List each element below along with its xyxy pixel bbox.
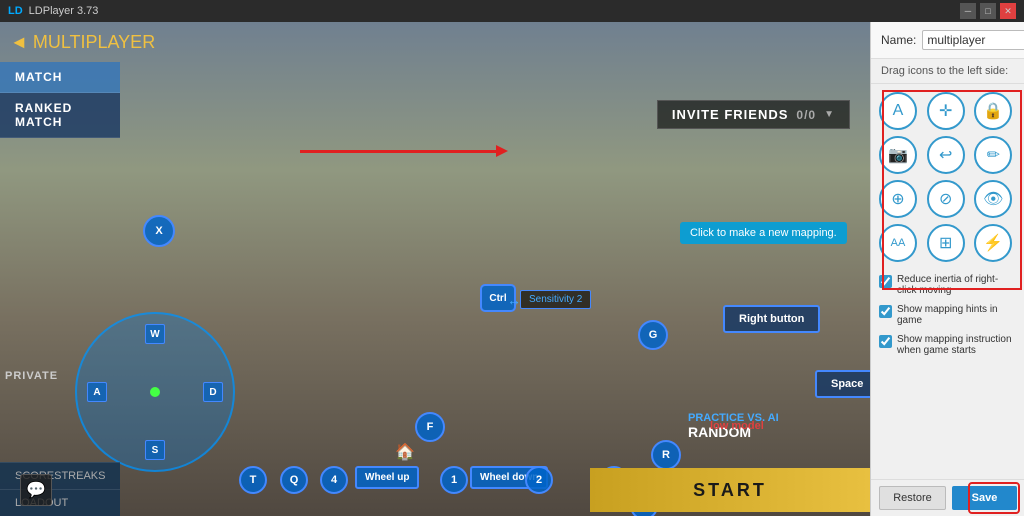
icon-tap[interactable]: A	[879, 92, 917, 130]
restore-button[interactable]: Restore	[879, 486, 946, 510]
icon-fire-joystick[interactable]: ✛	[927, 92, 965, 130]
game-area: ◄ MULTIPLAYER MATCH RANKED MATCH INVITE …	[0, 22, 870, 516]
key-badge-x[interactable]: X	[143, 215, 175, 247]
checkbox-show-hints-input[interactable]	[879, 305, 892, 318]
game-top-bar: ◄ MULTIPLAYER	[0, 22, 870, 62]
wasd-joystick[interactable]: W A S D	[75, 312, 235, 472]
start-button[interactable]: START	[590, 468, 870, 512]
restore-button[interactable]: □	[980, 3, 996, 19]
nav-item-match[interactable]: MATCH	[0, 62, 120, 93]
title-bar-controls: ─ □ ✕	[960, 3, 1016, 19]
key-badge-f[interactable]: F	[415, 412, 445, 442]
close-button[interactable]: ✕	[1000, 3, 1016, 19]
game-title: MULTIPLAYER	[33, 32, 155, 53]
panel-name-label: Name:	[881, 33, 916, 47]
nav-item-ranked[interactable]: RANKED MATCH	[0, 93, 120, 138]
red-arrow-indicator	[300, 150, 500, 153]
icon-edit[interactable]: ✏	[974, 136, 1012, 174]
key-badge-4[interactable]: 4	[320, 466, 348, 494]
space-button[interactable]: Space	[815, 370, 870, 398]
nav-menu: MATCH RANKED MATCH	[0, 62, 120, 138]
wheel-up-button[interactable]: Wheel up	[355, 466, 419, 489]
checkbox-reduce-inertia-label: Reduce inertia of right-click moving	[897, 274, 1016, 296]
back-arrow-icon: ◄	[10, 32, 28, 53]
key-w: W	[145, 324, 165, 344]
minimize-button[interactable]: ─	[960, 3, 976, 19]
sensitivity-button[interactable]: Sensitivity 2	[520, 290, 591, 309]
bottom-menu-loadout[interactable]: LOADOUT	[0, 489, 120, 516]
panel-name-input[interactable]	[922, 30, 1024, 50]
app-title: LDPlayer 3.73	[29, 5, 99, 17]
icon-crosshair[interactable]: ⊕	[879, 180, 917, 218]
key-d: D	[203, 382, 223, 402]
icon-camera[interactable]: 📷	[879, 136, 917, 174]
app-logo: LD	[8, 5, 23, 17]
new-mapping-hint[interactable]: Click to make a new mapping.	[680, 222, 847, 244]
icon-no[interactable]: ⊘	[927, 180, 965, 218]
key-badge-q[interactable]: Q	[280, 466, 308, 494]
invite-dropdown-icon: ▼	[824, 109, 835, 120]
checkbox-reduce-inertia: Reduce inertia of right-click moving	[871, 270, 1024, 300]
private-label: PRIVATE	[5, 370, 58, 382]
right-panel: Name: ▼ Drag icons to the left side: A ✛…	[870, 22, 1024, 516]
icon-quick[interactable]: ⚡	[974, 224, 1012, 262]
chat-icon[interactable]: 💬	[20, 474, 52, 506]
checkbox-show-instruction-label: Show mapping instruction when game start…	[897, 334, 1016, 356]
key-badge-1[interactable]: 1	[440, 466, 468, 494]
invite-friends-button[interactable]: INVITE FRIENDS 0/0 ▼	[657, 100, 850, 129]
sensitivity-arrows: ↔	[507, 292, 521, 308]
icon-grid-cell[interactable]: ⊞	[927, 224, 965, 262]
checkbox-show-hints: Show mapping hints in game	[871, 300, 1024, 330]
icon-grid: A ✛ 🔒 📷 ↩ ✏ ⊕ ⊘ 👁 AA ⊞ ⚡	[871, 84, 1024, 270]
invite-count: 0/0	[796, 108, 816, 122]
back-button[interactable]: ◄ MULTIPLAYER	[10, 32, 155, 53]
home-icon[interactable]: 🏠	[395, 442, 415, 462]
key-badge-t[interactable]: T	[239, 466, 267, 494]
joystick-dot	[150, 387, 160, 397]
title-bar-left: LD LDPlayer 3.73	[8, 5, 98, 17]
checkbox-reduce-inertia-input[interactable]	[879, 275, 892, 288]
panel-drag-label: Drag icons to the left side:	[871, 59, 1024, 84]
bottom-menu: SCORESTREAKS LOADOUT	[0, 462, 120, 516]
panel-bottom-buttons: Restore Save	[871, 479, 1024, 516]
bottom-menu-scorestreaks[interactable]: SCORESTREAKS	[0, 462, 120, 489]
icon-text[interactable]: AA	[879, 224, 917, 262]
key-a: A	[87, 382, 107, 402]
right-button[interactable]: Right button	[723, 305, 820, 333]
checkbox-show-instruction-input[interactable]	[879, 335, 892, 348]
icon-lock[interactable]: 🔒	[974, 92, 1012, 130]
icon-view[interactable]: 👁	[974, 180, 1012, 218]
checkbox-show-hints-label: Show mapping hints in game	[897, 304, 1016, 326]
checkbox-show-instruction: Show mapping instruction when game start…	[871, 330, 1024, 360]
title-bar: LD LDPlayer 3.73 ─ □ ✕	[0, 0, 1024, 22]
panel-name-row: Name: ▼	[871, 22, 1024, 59]
lod-label: low model	[710, 420, 764, 432]
key-s: S	[145, 440, 165, 460]
key-badge-g[interactable]: G	[638, 320, 668, 350]
invite-friends-label: INVITE FRIENDS	[672, 107, 789, 122]
icon-repeat[interactable]: ↩	[927, 136, 965, 174]
key-badge-r[interactable]: R	[651, 440, 681, 470]
save-button[interactable]: Save	[952, 486, 1017, 510]
key-badge-2[interactable]: 2	[525, 466, 553, 494]
